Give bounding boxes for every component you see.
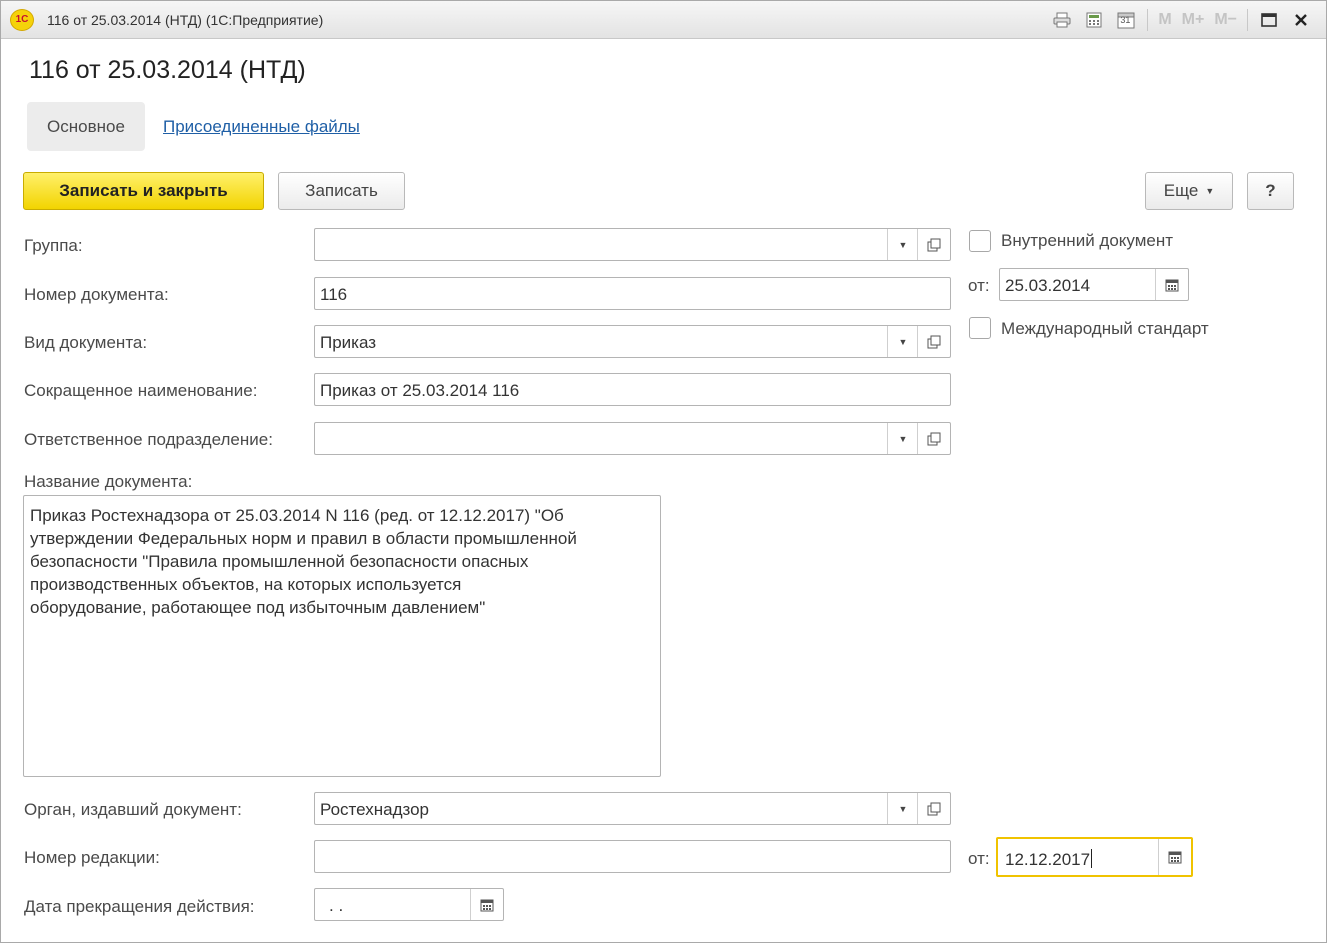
doc-type-label: Вид документа: [24,333,148,352]
calendar-day-text: 31 [1120,15,1131,25]
page-title: 116 от 25.03.2014 (НТД) [29,56,306,84]
intl-standard-label: Международный стандарт [1001,319,1209,338]
print-icon[interactable] [1051,9,1073,31]
doc-date-field[interactable]: 25.03.2014 [999,268,1189,301]
maximize-icon[interactable] [1258,9,1280,31]
revision-date-label: от: [968,849,990,868]
responsible-dept-label: Ответственное подразделение: [24,430,273,449]
issuer-label: Орган, издавший документ: [24,800,242,819]
revision-number-field[interactable] [314,840,951,873]
responsible-dept-field[interactable]: ▼ [314,422,951,455]
doc-date-value: 25.03.2014 [1005,276,1091,295]
memory-plus-button[interactable]: M+ [1182,11,1205,29]
doc-name-textarea[interactable]: Приказ Ростехнадзора от 25.03.2014 N 116… [23,495,661,777]
end-date-label: Дата прекращения действия: [24,897,255,916]
intl-standard-checkbox[interactable] [969,317,991,339]
close-icon[interactable] [1290,9,1312,31]
doc-type-field[interactable]: Приказ ▼ [314,325,951,358]
chevron-down-icon: ▼ [1205,186,1215,196]
tab-main[interactable]: Основное [27,102,145,151]
revision-date-text: 12.12.2017 [1005,850,1091,869]
open-icon[interactable] [917,423,950,454]
memory-button[interactable]: M [1158,11,1171,29]
group-field[interactable]: ▼ [314,228,951,261]
doc-name-label: Название документа: [24,472,193,491]
calendar-icon[interactable] [470,889,503,920]
window-title: 116 от 25.03.2014 (НТД) (1С:Предприятие) [47,12,324,28]
short-name-label: Сокращенное наименование: [24,381,258,400]
text-caret [1091,849,1093,868]
revision-date-value: 12.12.2017 [1005,849,1093,870]
chevron-down-icon[interactable]: ▼ [887,229,918,260]
end-date-value: . . [329,896,344,915]
issuer-value: Ростехнадзор [320,800,429,819]
doc-number-label: Номер документа: [24,285,169,304]
doc-number-value: 116 [320,285,348,304]
more-button-label: Еще [1163,181,1199,200]
window-titlebar: 1С 116 от 25.03.2014 (НТД) (1С:Предприят… [1,1,1326,39]
doc-name-value: Приказ Ростехнадзора от 25.03.2014 N 116… [30,506,577,617]
help-button[interactable]: ? [1247,172,1294,210]
calendar-icon[interactable] [1155,269,1188,300]
calendar-icon[interactable] [1158,839,1191,875]
chevron-down-icon[interactable]: ▼ [887,423,918,454]
open-icon[interactable] [917,229,950,260]
chevron-down-icon[interactable]: ▼ [887,793,918,824]
doc-type-value: Приказ [320,333,377,352]
internal-doc-label: Внутренний документ [1001,231,1174,250]
short-name-field[interactable]: Приказ от 25.03.2014 116 [314,373,951,406]
toolbar-separator [1247,9,1248,31]
short-name-value: Приказ от 25.03.2014 116 [320,381,520,400]
save-button[interactable]: Записать [278,172,405,210]
calculator-icon[interactable] [1083,9,1105,31]
issuer-field[interactable]: Ростехнадзор ▼ [314,792,951,825]
document-form-window: 1С 116 от 25.03.2014 (НТД) (1С:Предприят… [0,0,1327,943]
doc-number-field[interactable]: 116 [314,277,951,310]
open-icon[interactable] [917,793,950,824]
doc-date-label: от: [968,276,990,295]
toolbar-separator [1147,9,1149,31]
end-date-field[interactable]: . . [314,888,504,921]
revision-number-label: Номер редакции: [24,848,160,867]
tab-attached-files[interactable]: Присоединенные файлы [163,117,360,137]
internal-doc-checkbox[interactable] [969,230,991,252]
save-and-close-button[interactable]: Записать и закрыть [23,172,264,210]
open-icon[interactable] [917,326,950,357]
titlebar-tools: 31 M M+ M− [1051,7,1312,33]
more-button[interactable]: Еще ▼ [1145,172,1233,210]
app-logo-icon: 1С [10,9,34,31]
chevron-down-icon[interactable]: ▼ [887,326,918,357]
revision-date-field[interactable]: 12.12.2017 [996,837,1193,877]
group-label: Группа: [24,236,83,255]
calendar-icon[interactable]: 31 [1115,9,1137,31]
memory-minus-button[interactable]: M− [1214,11,1237,29]
